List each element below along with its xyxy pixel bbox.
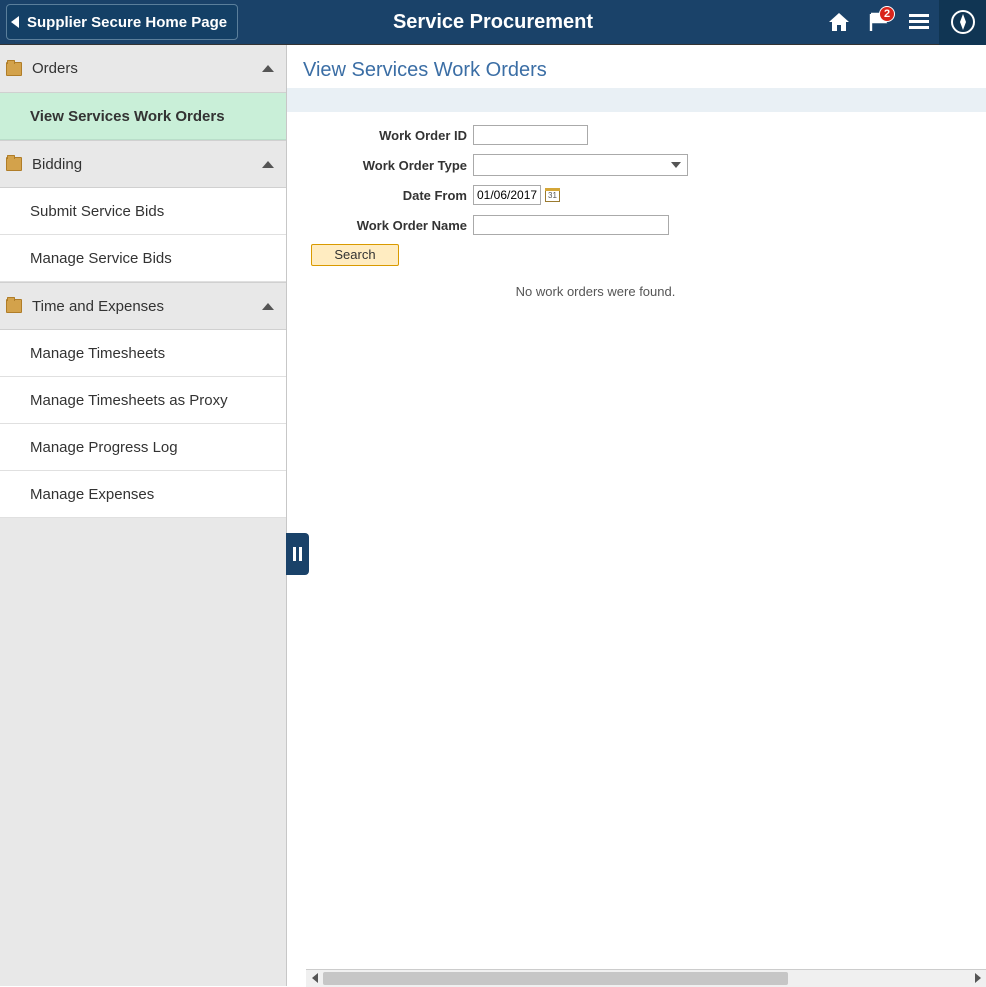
sidebar-group-label: Bidding [32,156,82,173]
chevron-up-icon [262,303,274,310]
chevron-up-icon [262,65,274,72]
no-results-message: No work orders were found. [305,284,886,299]
back-button[interactable]: Supplier Secure Home Page [6,4,238,40]
scroll-right-button[interactable] [969,970,986,987]
triangle-left-icon [312,973,318,983]
section-bar [287,88,986,112]
sidebar-item-label: Manage Service Bids [30,250,172,267]
pause-icon [293,547,302,561]
work-order-type-label: Work Order Type [305,158,473,173]
sidebar-group-bidding[interactable]: Bidding [0,140,286,188]
scrollbar-thumb[interactable] [323,972,788,985]
scrollbar-track[interactable] [323,970,969,987]
hamburger-icon [908,13,930,31]
sidebar-item-label: Manage Progress Log [30,439,178,456]
work-order-id-label: Work Order ID [305,128,473,143]
sidebar-group-label: Time and Expenses [32,298,164,315]
folder-icon [6,62,22,76]
work-order-name-input[interactable] [473,215,669,235]
header-actions: 2 [819,0,986,44]
page-header-title: Service Procurement [393,11,593,34]
sidebar-item-manage-service-bids[interactable]: Manage Service Bids [0,235,286,282]
sidebar-item-label: Manage Timesheets as Proxy [30,392,228,409]
sidebar: Orders View Services Work Orders Bidding… [0,45,287,986]
chevron-left-icon [11,16,19,28]
date-from-input[interactable] [473,185,541,205]
back-label: Supplier Secure Home Page [27,14,227,31]
sidebar-item-submit-service-bids[interactable]: Submit Service Bids [0,188,286,235]
date-from-label: Date From [305,188,473,203]
work-order-name-label: Work Order Name [305,218,473,233]
sidebar-item-manage-expenses[interactable]: Manage Expenses [0,471,286,518]
sidebar-item-view-services-work-orders[interactable]: View Services Work Orders [0,93,286,140]
folder-icon [6,157,22,171]
home-button[interactable] [819,0,859,45]
sidebar-item-manage-timesheets[interactable]: Manage Timesheets [0,330,286,377]
work-order-type-select[interactable] [473,154,688,176]
sidebar-item-label: Manage Timesheets [30,345,165,362]
folder-icon [6,299,22,313]
app-body: Orders View Services Work Orders Bidding… [0,45,986,986]
main-content: View Services Work Orders Work Order ID … [287,45,986,986]
compass-icon [950,9,976,35]
scroll-left-button[interactable] [306,970,323,987]
sidebar-item-label: Submit Service Bids [30,203,164,220]
navigator-button[interactable] [939,0,986,45]
sidebar-group-label: Orders [32,60,78,77]
search-form: Work Order ID Work Order Type Date From … [287,118,986,299]
sidebar-collapse-handle[interactable] [286,533,309,575]
search-button[interactable]: Search [311,244,399,266]
sidebar-item-manage-progress-log[interactable]: Manage Progress Log [0,424,286,471]
app-header: Supplier Secure Home Page Service Procur… [0,0,986,45]
sidebar-item-manage-timesheets-proxy[interactable]: Manage Timesheets as Proxy [0,377,286,424]
horizontal-scrollbar[interactable] [306,969,986,986]
calendar-icon[interactable]: 31 [545,188,560,202]
sidebar-item-label: View Services Work Orders [30,108,225,125]
notification-badge: 2 [879,6,895,22]
triangle-right-icon [975,973,981,983]
sidebar-item-label: Manage Expenses [30,486,154,503]
chevron-up-icon [262,161,274,168]
sidebar-group-orders[interactable]: Orders [0,45,286,93]
chevron-down-icon [671,162,681,168]
home-icon [828,12,850,32]
page-title: View Services Work Orders [303,59,986,82]
notifications-button[interactable]: 2 [859,0,899,45]
menu-button[interactable] [899,0,939,45]
work-order-id-input[interactable] [473,125,588,145]
sidebar-group-time-expenses[interactable]: Time and Expenses [0,282,286,330]
